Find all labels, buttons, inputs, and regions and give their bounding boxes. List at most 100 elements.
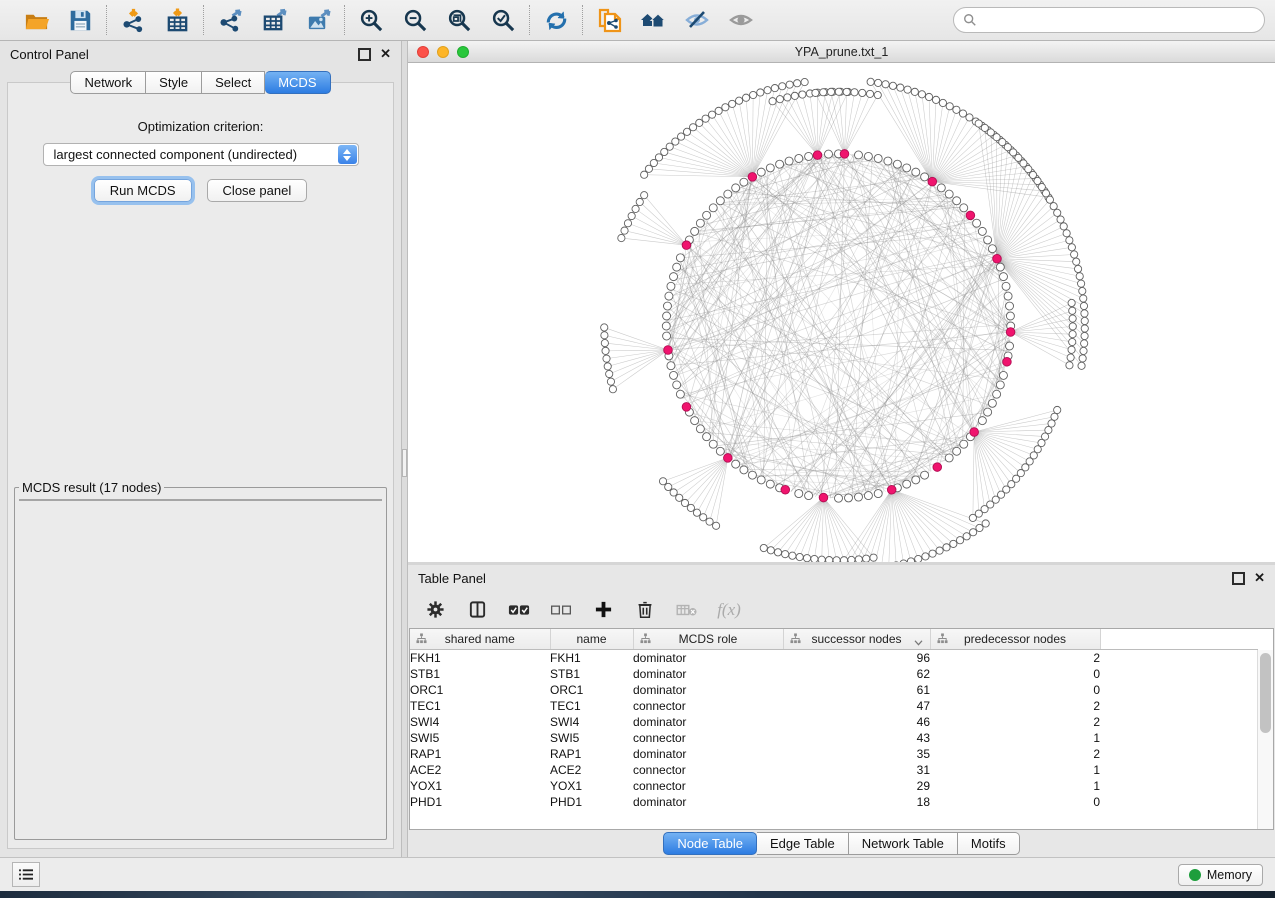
table-scrollbar-thumb[interactable] [1260,653,1271,733]
zoom-fit-icon [446,7,473,34]
import-table-button[interactable] [163,6,191,34]
tab-node-table[interactable]: Node Table [663,832,757,855]
control-panel-title: Control Panel [10,47,358,62]
table-row[interactable]: RAP1RAP1dominator352 [410,746,1258,762]
network-graph [408,63,1275,562]
new-network-from-selection-button[interactable] [595,6,623,34]
fx-icon: f(x) [717,600,741,620]
column-header-predecessor-nodes[interactable]: predecessor nodes [930,629,1100,650]
tab-select[interactable]: Select [202,71,265,94]
deselect-all-button[interactable] [550,599,572,621]
import-network-icon [120,7,147,34]
hide-selected-icon [683,6,711,34]
tab-network-table[interactable]: Network Table [849,832,958,855]
show-columns-button[interactable] [466,599,488,621]
memory-button[interactable]: Memory [1178,864,1263,886]
sort-chevron-icon [914,635,923,649]
import-network-button[interactable] [119,6,147,34]
table-row[interactable]: ACE2ACE2connector311 [410,762,1258,778]
select-all-icon [508,603,530,617]
open-file-icon [23,7,50,34]
show-all-button[interactable] [727,6,755,34]
table-row[interactable]: YOX1YOX1connector291 [410,778,1258,794]
control-panel-tabs: Network Style Select MCDS [0,71,401,94]
table-panel-title: Table Panel [418,571,1232,586]
network-window-title: YPA_prune.txt_1 [408,45,1275,59]
first-neighbors-button[interactable] [639,6,667,34]
close-panel-button[interactable]: Close panel [207,179,308,202]
close-panel-icon[interactable]: ✕ [1254,573,1265,583]
tab-style[interactable]: Style [146,71,202,94]
memory-status-icon [1189,869,1201,881]
task-history-button[interactable] [12,862,40,887]
table-panel: Table Panel ✕ [408,565,1275,857]
optimization-criterion-value: largest connected component (undirected) [54,147,298,162]
columns-icon [468,600,487,619]
table-row[interactable]: SWI4SWI4dominator462 [410,714,1258,730]
node-table-container: shared name name MCDS role [409,628,1274,830]
export-table-button[interactable] [260,6,288,34]
application-window: Control Panel ✕ Network Style Select MCD… [0,0,1275,891]
import-table-icon [164,7,191,34]
zoom-in-button[interactable] [357,6,385,34]
first-neighbors-icon [639,6,667,34]
hide-selected-button[interactable] [683,6,711,34]
delete-column-button [676,599,698,621]
table-row[interactable]: TEC1TEC1connector472 [410,698,1258,714]
function-builder-button: f(x) [718,599,740,621]
delete-column-icon [676,602,698,618]
float-panel-icon[interactable] [1232,572,1245,585]
export-network-button[interactable] [216,6,244,34]
status-bar: Memory [0,857,1275,891]
column-header-name[interactable]: name [550,629,633,650]
splitter-grip-icon [402,449,407,477]
select-all-button[interactable] [508,599,530,621]
export-image-icon [305,7,332,34]
mcds-result-title: MCDS result (17 nodes) [19,480,164,495]
tab-motifs[interactable]: Motifs [958,832,1020,855]
add-column-button[interactable] [592,599,614,621]
search-icon [963,13,977,27]
zoom-fit-button[interactable] [445,6,473,34]
save-session-button[interactable] [66,6,94,34]
table-scrollbar[interactable] [1257,650,1273,829]
table-row[interactable]: FKH1FKH1dominator962 [410,650,1258,667]
hierarchy-icon [937,633,948,647]
tab-mcds[interactable]: MCDS [265,71,330,94]
tab-edge-table[interactable]: Edge Table [757,832,849,855]
optimization-criterion-select[interactable]: largest connected component (undirected) [43,143,359,166]
tab-network[interactable]: Network [70,71,146,94]
table-row[interactable]: PHD1PHD1dominator180 [410,794,1258,810]
memory-label: Memory [1207,868,1252,882]
search-box[interactable] [953,7,1265,33]
zoom-in-icon [358,7,385,34]
column-header-shared-name[interactable]: shared name [410,629,550,650]
float-panel-icon[interactable] [358,48,371,61]
export-table-icon [261,7,288,34]
zoom-selected-button[interactable] [489,6,517,34]
run-mcds-button[interactable]: Run MCDS [94,179,192,202]
control-panel: Control Panel ✕ Network Style Select MCD… [0,41,401,857]
zoom-out-button[interactable] [401,6,429,34]
mcds-result-listbox[interactable]: PHD1CAR1STP4TID3YOX1SWI4SRD1PMA2FKH1ACE2… [19,499,382,501]
gear-icon [426,600,445,619]
table-row[interactable]: SWI5SWI5connector431 [410,730,1258,746]
save-session-icon [67,7,93,33]
network-window-titlebar[interactable]: YPA_prune.txt_1 [408,41,1275,63]
close-panel-icon[interactable]: ✕ [380,49,391,59]
table-row[interactable]: STB1STB1dominator620 [410,666,1258,682]
delete-row-button[interactable] [634,599,656,621]
panel-splitter[interactable] [401,41,408,857]
network-canvas[interactable] [408,63,1275,562]
apply-layout-button[interactable] [542,6,570,34]
table-settings-button[interactable] [424,599,446,621]
new-network-from-selection-icon [595,6,623,34]
search-input[interactable] [982,12,1255,28]
column-header-successor-nodes[interactable]: successor nodes [783,629,930,650]
open-file-button[interactable] [22,6,50,34]
table-row[interactable]: ORC1ORC1dominator610 [410,682,1258,698]
column-header-mcds-role[interactable]: MCDS role [633,629,783,650]
select-stepper-icon [338,145,357,164]
table-tabs: Node Table Edge Table Network Table Moti… [408,830,1275,857]
export-image-button[interactable] [304,6,332,34]
